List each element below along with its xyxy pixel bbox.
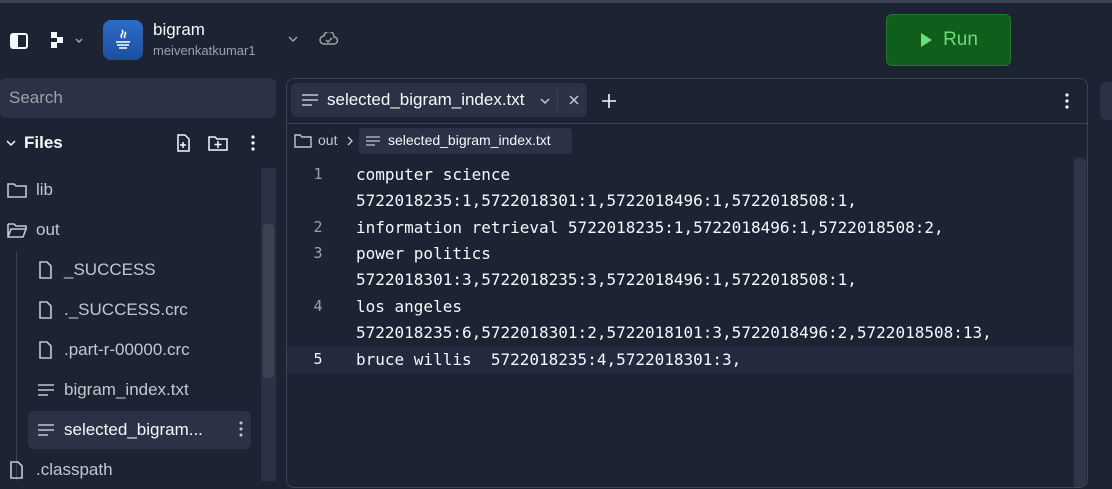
tree-item-label: .classpath xyxy=(36,460,113,479)
secondary-pane xyxy=(1094,78,1112,481)
breadcrumb-folder[interactable]: out xyxy=(318,132,337,148)
file-sidebar: Search Files lib out _SUCCESS ._SUCCESS.… xyxy=(0,78,280,481)
play-icon xyxy=(921,33,933,47)
cloud-sync-icon[interactable] xyxy=(318,30,340,48)
files-header: Files xyxy=(0,126,276,160)
breadcrumb: out selected_bigram_index.txt xyxy=(287,124,1087,157)
tree-file-selected-bigram[interactable]: selected_bigram... xyxy=(28,411,251,449)
file-icon xyxy=(39,261,52,279)
tree-file-part-crc[interactable]: .part-r-00000.crc xyxy=(36,331,251,369)
tree-item-label: ._SUCCESS.crc xyxy=(64,300,188,319)
tree-folder-out[interactable]: out xyxy=(6,211,256,249)
tree-item-label: _SUCCESS xyxy=(64,260,156,279)
tree-item-label: .part-r-00000.crc xyxy=(64,340,190,359)
more-options-icon[interactable] xyxy=(246,134,260,152)
line-number-active: 5 xyxy=(313,350,323,368)
project-avatar[interactable] xyxy=(103,20,143,60)
text-file-icon xyxy=(38,384,54,396)
file-icon xyxy=(39,341,52,359)
line-number: 2 xyxy=(313,218,323,236)
java-icon xyxy=(116,29,130,49)
top-edge xyxy=(0,0,1112,3)
workspace-menu-icon[interactable] xyxy=(48,28,88,52)
files-title: Files xyxy=(24,133,63,152)
tree-file-classpath[interactable]: .classpath xyxy=(6,451,256,489)
breadcrumb-file-label: selected_bigram_index.txt xyxy=(388,132,551,148)
line-number: 3 xyxy=(313,244,323,262)
tree-item-label: selected_bigram... xyxy=(64,420,203,439)
tree-item-label: bigram_index.txt xyxy=(64,380,189,399)
code-area[interactable]: 1 2 3 4 5 computer science 5722018235:1,… xyxy=(287,157,1087,487)
chevron-down-icon[interactable] xyxy=(286,32,300,46)
tab-divider xyxy=(557,89,558,111)
editor-tab-bar: selected_bigram_index.txt xyxy=(287,79,1087,124)
line-number: 4 xyxy=(313,297,323,315)
run-button[interactable]: Run xyxy=(886,14,1011,66)
tree-file-bigram-index[interactable]: bigram_index.txt xyxy=(36,371,251,409)
tree-file-success[interactable]: _SUCCESS xyxy=(36,251,251,289)
line-number: 1 xyxy=(313,165,323,183)
tab-label: selected_bigram_index.txt xyxy=(327,90,525,109)
folder-icon xyxy=(294,134,312,148)
code-line: los angeles xyxy=(356,297,462,316)
file-icon xyxy=(10,461,23,479)
text-file-icon xyxy=(38,424,54,436)
item-more-icon[interactable] xyxy=(239,421,243,442)
folder-open-icon xyxy=(7,223,28,238)
chevron-down-icon[interactable] xyxy=(539,97,551,105)
editor-scrollbar-thumb[interactable] xyxy=(1074,159,1086,487)
project-owner[interactable]: meivenkatkumar1 xyxy=(153,43,256,58)
collapse-chevron-icon[interactable] xyxy=(4,136,18,150)
tree-folder-lib[interactable]: lib xyxy=(6,171,256,209)
file-icon xyxy=(39,301,52,319)
code-line: computer science xyxy=(356,165,511,184)
breadcrumb-file[interactable]: selected_bigram_index.txt xyxy=(359,128,572,154)
tab-more-icon[interactable] xyxy=(1065,93,1069,109)
code-line-active: bruce willis 5722018235:4,5722018301:3, xyxy=(356,350,742,369)
text-file-icon xyxy=(366,136,380,146)
tree-file-success-crc[interactable]: ._SUCCESS.crc xyxy=(36,291,251,329)
new-folder-icon[interactable] xyxy=(208,134,228,152)
sidebar-toggle-icon[interactable] xyxy=(8,30,30,52)
tree-indent-guide xyxy=(16,252,17,481)
folder-icon xyxy=(7,183,27,198)
close-icon[interactable] xyxy=(568,94,580,106)
tree-item-label: lib xyxy=(36,180,54,199)
run-label: Run xyxy=(943,29,978,50)
editor-pane: selected_bigram_index.txt out selected_b… xyxy=(286,78,1088,488)
tab-selected-bigram-index[interactable]: selected_bigram_index.txt xyxy=(291,83,587,117)
chevron-right-icon xyxy=(347,136,353,146)
code-line: power politics xyxy=(356,244,491,263)
sidebar-scrollbar-thumb[interactable] xyxy=(263,224,274,378)
top-bar: bigram meivenkatkumar1 Run xyxy=(0,0,1112,78)
code-line-wrap: 5722018235:6,5722018301:2,5722018101:3,5… xyxy=(356,323,992,342)
new-file-icon[interactable] xyxy=(174,134,192,152)
project-name[interactable]: bigram xyxy=(153,20,205,40)
search-input[interactable]: Search xyxy=(0,78,276,118)
code-line: information retrieval 5722018235:1,57220… xyxy=(356,218,944,237)
tree-item-label: out xyxy=(36,220,60,239)
code-line-wrap: 5722018301:3,5722018235:3,5722018496:1,5… xyxy=(356,270,857,289)
code-line-wrap: 5722018235:1,5722018301:1,5722018496:1,5… xyxy=(356,191,857,210)
text-file-icon xyxy=(302,94,318,106)
add-tab-icon[interactable] xyxy=(601,93,617,109)
secondary-pane-tab[interactable] xyxy=(1100,82,1112,120)
